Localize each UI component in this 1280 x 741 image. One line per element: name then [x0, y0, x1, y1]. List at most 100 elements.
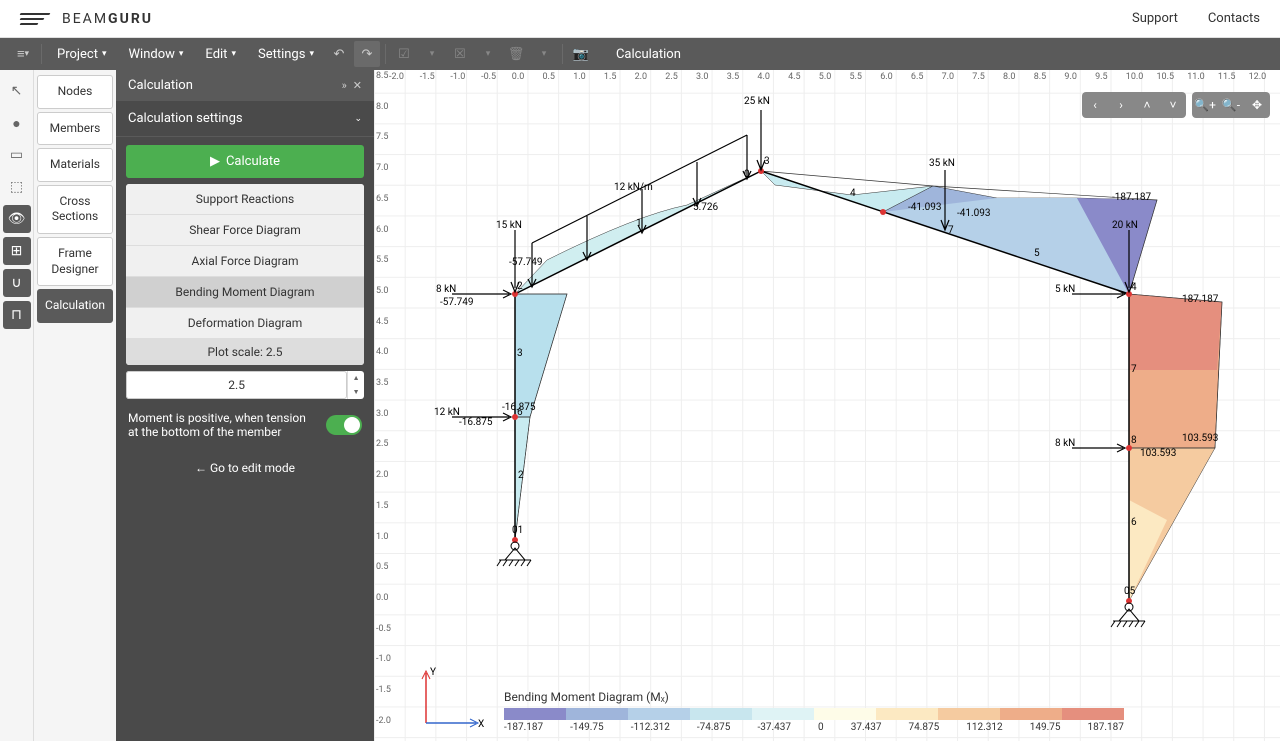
- svg-text:Y: Y: [430, 667, 436, 678]
- moment-sign-toggle[interactable]: [326, 415, 362, 435]
- node-label-7: 7: [948, 225, 954, 236]
- tab-cross-sections[interactable]: Cross Sections: [37, 185, 113, 234]
- toolbar: ≡ ▾ Project▾ Window▾ Edit▾ Settings▾ ↶ ↷…: [0, 38, 1280, 70]
- camera-icon[interactable]: 📷: [568, 41, 594, 67]
- redo-icon[interactable]: ↷: [354, 41, 380, 67]
- undo-icon[interactable]: ↶: [326, 41, 352, 67]
- grid-icon[interactable]: ⊞: [3, 237, 31, 265]
- m-5726: 5.726: [693, 202, 718, 213]
- scale-up-icon[interactable]: ▲: [348, 371, 364, 385]
- panel-title: Calculation: [128, 78, 193, 93]
- dashed-rect-icon[interactable]: ⬚: [3, 173, 31, 201]
- edit-mode-link[interactable]: ← Go to edit mode: [126, 451, 364, 485]
- diagram-list: Support Reactions Shear Force Diagram Ax…: [126, 184, 364, 365]
- panel-header: Calculation » ✕: [116, 70, 374, 101]
- m-57749: -57.749: [440, 297, 474, 308]
- edit-menu[interactable]: Edit▾: [195, 42, 246, 67]
- member-label-6: 6: [1131, 517, 1137, 528]
- contacts-link[interactable]: Contacts: [1208, 11, 1260, 26]
- magnet2-icon[interactable]: ⊓: [3, 301, 31, 329]
- project-menu[interactable]: Project▾: [47, 42, 117, 67]
- member-label-4: 4: [850, 188, 856, 199]
- top-bar: BEAMGURU Support Contacts: [0, 0, 1280, 38]
- member-label-5: 5: [1034, 248, 1040, 259]
- node-label-2: 2: [517, 281, 523, 292]
- load-8: 8 kN: [436, 284, 456, 295]
- toggle-row: Moment is positive, when tension at the …: [126, 405, 364, 445]
- m-41093a: -41.093: [908, 202, 942, 213]
- tab-materials[interactable]: Materials: [37, 148, 113, 182]
- main-area: ↖ ● ▭ ⬚ 👁 ⊞ ∪ ⊓ Nodes Members Materials …: [0, 70, 1280, 741]
- dot-tool-icon[interactable]: ●: [3, 109, 31, 137]
- brand-bold: GURU: [108, 11, 153, 27]
- m-187187: 187.187: [1182, 294, 1218, 305]
- m-41093b: -41.093: [957, 208, 991, 219]
- chevron-down-icon: ⌄: [354, 114, 362, 124]
- tab-calculation[interactable]: Calculation: [37, 289, 113, 323]
- m-103593a: 103.593: [1182, 433, 1218, 444]
- check-dropdown-icon: ▾: [419, 41, 445, 67]
- arrow-tool-icon[interactable]: ↖: [3, 77, 31, 105]
- svg-text:X: X: [478, 719, 484, 730]
- m-16875: -16.875: [459, 417, 493, 428]
- member-label-1: 1: [636, 218, 642, 229]
- diagram-shear[interactable]: Shear Force Diagram: [126, 215, 364, 246]
- member-label-3: 3: [517, 348, 523, 359]
- calculation-panel: Calculation » ✕ Calculation settings ⌄ ▶…: [116, 70, 374, 741]
- tab-members[interactable]: Members: [37, 112, 113, 146]
- settings-label: Calculation settings: [128, 111, 243, 126]
- scale-down-icon[interactable]: ▼: [348, 385, 364, 399]
- xbox-dropdown-icon: ▾: [475, 41, 501, 67]
- load-12: 12 kN: [434, 407, 460, 418]
- diagram-support-reactions[interactable]: Support Reactions: [126, 184, 364, 215]
- trash-dropdown-icon: ▾: [531, 41, 557, 67]
- rect-tool-icon[interactable]: ▭: [3, 141, 31, 169]
- member-label-2: 2: [518, 470, 524, 481]
- scale-input-wrap: ▲ ▼: [126, 371, 364, 399]
- panel-settings-header[interactable]: Calculation settings ⌄: [116, 101, 374, 137]
- trash-icon: 🗑: [503, 41, 529, 67]
- check-icon: ☑: [391, 41, 417, 67]
- support-link[interactable]: Support: [1132, 11, 1178, 26]
- play-icon: ▶: [210, 154, 220, 169]
- tab-nodes[interactable]: Nodes: [37, 75, 113, 109]
- brand: BEAMGURU: [62, 11, 153, 27]
- load-5: 5 kN: [1055, 284, 1075, 295]
- magnet-icon[interactable]: ∪: [3, 269, 31, 297]
- plot-scale-input[interactable]: [126, 371, 347, 399]
- eye-icon[interactable]: 👁: [3, 205, 31, 233]
- icon-rail: ↖ ● ▭ ⬚ 👁 ⊞ ∪ ⊓: [0, 70, 34, 741]
- node-label-3t: 3: [764, 156, 770, 167]
- calculate-button[interactable]: ▶Calculate: [126, 145, 364, 178]
- canvas[interactable]: ‹ › ˄ ˅ 🔍+ 🔍- ✥: [374, 70, 1280, 741]
- calculation-menu[interactable]: Calculation: [606, 42, 691, 67]
- topbar-right: Support Contacts: [1132, 11, 1260, 26]
- m-103593b: 103.593: [1140, 448, 1176, 459]
- legend-title: Bending Moment Diagram (Mₓ): [504, 690, 1124, 704]
- menu-icon[interactable]: ≡ ▾: [10, 41, 36, 67]
- legend-bar: [504, 708, 1124, 720]
- diagram-axial[interactable]: Axial Force Diagram: [126, 246, 364, 277]
- plot-scale-label: Plot scale: 2.5: [126, 339, 364, 365]
- load-20: 20 kN: [1112, 220, 1138, 231]
- node-label-5: 05: [1124, 586, 1135, 597]
- node-label-4: 4: [1131, 282, 1137, 293]
- node-label-0: 0: [744, 169, 750, 180]
- tabs-column: Nodes Members Materials Cross Sections F…: [34, 70, 116, 741]
- load-12m: 12 kN/m: [614, 182, 653, 193]
- axis-indicator: Y X: [416, 663, 486, 733]
- collapse-icon[interactable]: »: [342, 79, 347, 92]
- close-icon[interactable]: ✕: [353, 79, 362, 92]
- member-label-7: 7: [1131, 364, 1137, 375]
- diagram-deformation[interactable]: Deformation Diagram: [126, 308, 364, 339]
- load-35: 35 kN: [929, 158, 955, 169]
- xbox-icon: ☒: [447, 41, 473, 67]
- legend: Bending Moment Diagram (Mₓ) -187.187-149…: [504, 690, 1124, 733]
- diagram-bending[interactable]: Bending Moment Diagram: [126, 277, 364, 308]
- load-25: 25 kN: [744, 96, 770, 107]
- tab-frame-designer[interactable]: Frame Designer: [37, 237, 113, 286]
- load-15: 15 kN: [496, 220, 522, 231]
- settings-menu[interactable]: Settings▾: [248, 42, 324, 67]
- window-menu[interactable]: Window▾: [119, 42, 194, 67]
- legend-labels: -187.187-149.75-112.312-74.875-37.437037…: [504, 722, 1124, 733]
